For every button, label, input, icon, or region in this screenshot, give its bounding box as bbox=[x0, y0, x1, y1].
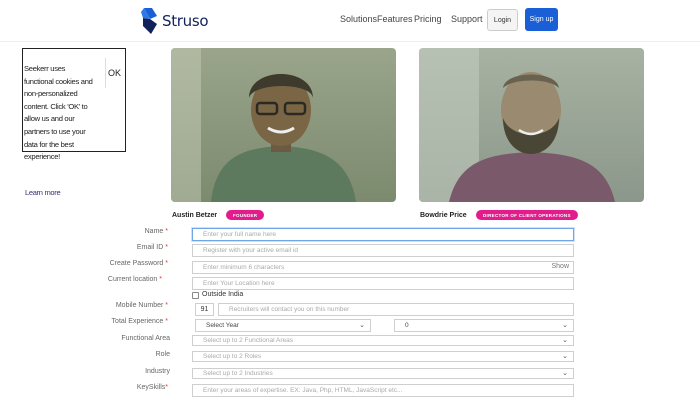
founder-badge: FOUNDER bbox=[226, 210, 265, 220]
nav-solutions[interactable]: Solutions bbox=[340, 14, 377, 24]
cookie-ok-button[interactable]: OK bbox=[105, 58, 123, 88]
experience-year-value: Select Year bbox=[206, 322, 239, 329]
country-code[interactable]: 91 bbox=[195, 303, 214, 316]
functional-area-placeholder: Select up to 2 Functional Areas bbox=[203, 337, 293, 344]
outside-india-checkbox[interactable] bbox=[192, 292, 199, 299]
experience-month-select[interactable]: 0 ⌄ bbox=[394, 319, 574, 332]
industry-label: Industry bbox=[145, 368, 170, 375]
person-name-bowdrie: Bowdrie Price bbox=[420, 212, 467, 219]
location-label: Current location * bbox=[107, 276, 162, 283]
role-label: Role bbox=[155, 351, 170, 358]
show-password-toggle[interactable]: Show bbox=[551, 263, 569, 270]
struso-logo[interactable]: Struso bbox=[141, 8, 209, 34]
cookie-text: Seekerr uses functional cookies and non-… bbox=[24, 64, 93, 162]
nav-pricing[interactable]: Pricing bbox=[414, 14, 442, 24]
team-photo-bowdrie bbox=[419, 48, 644, 202]
cookie-learn-more-link[interactable]: Learn more bbox=[25, 188, 61, 197]
login-button[interactable]: Login bbox=[487, 9, 518, 31]
experience-month-value: 0 bbox=[405, 322, 409, 329]
role-placeholder: Select up to 2 Roles bbox=[203, 353, 262, 360]
email-label: Email ID * bbox=[136, 244, 168, 251]
top-navbar: Struso Solutions Features Pricing Suppor… bbox=[0, 0, 700, 42]
name-input[interactable]: Enter your full name here bbox=[192, 228, 574, 241]
keyskills-label: KeySkills* bbox=[136, 384, 168, 391]
chevron-down-icon: ⌄ bbox=[562, 353, 568, 360]
functional-area-select[interactable]: Select up to 2 Functional Areas ⌄ bbox=[192, 335, 574, 346]
email-input[interactable]: Register with your active email id bbox=[192, 244, 574, 257]
functional-area-label: Functional Area bbox=[121, 335, 170, 342]
nav-support[interactable]: Support bbox=[451, 14, 483, 24]
mobile-input[interactable]: Recruiters will contact you on this numb… bbox=[218, 303, 574, 316]
name-label: Name * bbox=[144, 228, 168, 235]
location-input[interactable]: Enter Your Location here bbox=[192, 277, 574, 290]
outside-india-label: Outside India bbox=[202, 291, 244, 298]
mobile-label: Mobile Number * bbox=[115, 302, 168, 309]
password-placeholder: Enter minimum 6 characters bbox=[203, 264, 285, 271]
industry-select[interactable]: Select up to 2 Industries ⌄ bbox=[192, 368, 574, 379]
nav-features[interactable]: Features bbox=[377, 14, 413, 24]
person-name-austin: Austin Betzer bbox=[172, 212, 218, 219]
role-select[interactable]: Select up to 2 Roles ⌄ bbox=[192, 351, 574, 362]
team-photo-austin bbox=[171, 48, 396, 202]
experience-label: Total Experience * bbox=[111, 318, 168, 325]
struso-logo-icon bbox=[141, 8, 157, 34]
chevron-down-icon: ⌄ bbox=[562, 370, 568, 377]
password-input[interactable]: Enter minimum 6 characters Show bbox=[192, 261, 574, 274]
logo-text: Struso bbox=[162, 12, 209, 30]
chevron-down-icon: ⌄ bbox=[562, 337, 568, 344]
password-label: Create Password * bbox=[109, 260, 168, 267]
keyskills-input[interactable]: Enter your areas of expertise. EX: Java,… bbox=[192, 384, 574, 397]
director-badge: DIRECTOR OF CLIENT OPERATIONS bbox=[476, 210, 578, 220]
signup-button[interactable]: Sign up bbox=[525, 8, 558, 31]
industry-placeholder: Select up to 2 Industries bbox=[203, 370, 273, 377]
experience-year-select[interactable]: Select Year ⌄ bbox=[195, 319, 371, 332]
chevron-down-icon: ⌄ bbox=[359, 322, 365, 329]
chevron-down-icon: ⌄ bbox=[562, 322, 568, 329]
